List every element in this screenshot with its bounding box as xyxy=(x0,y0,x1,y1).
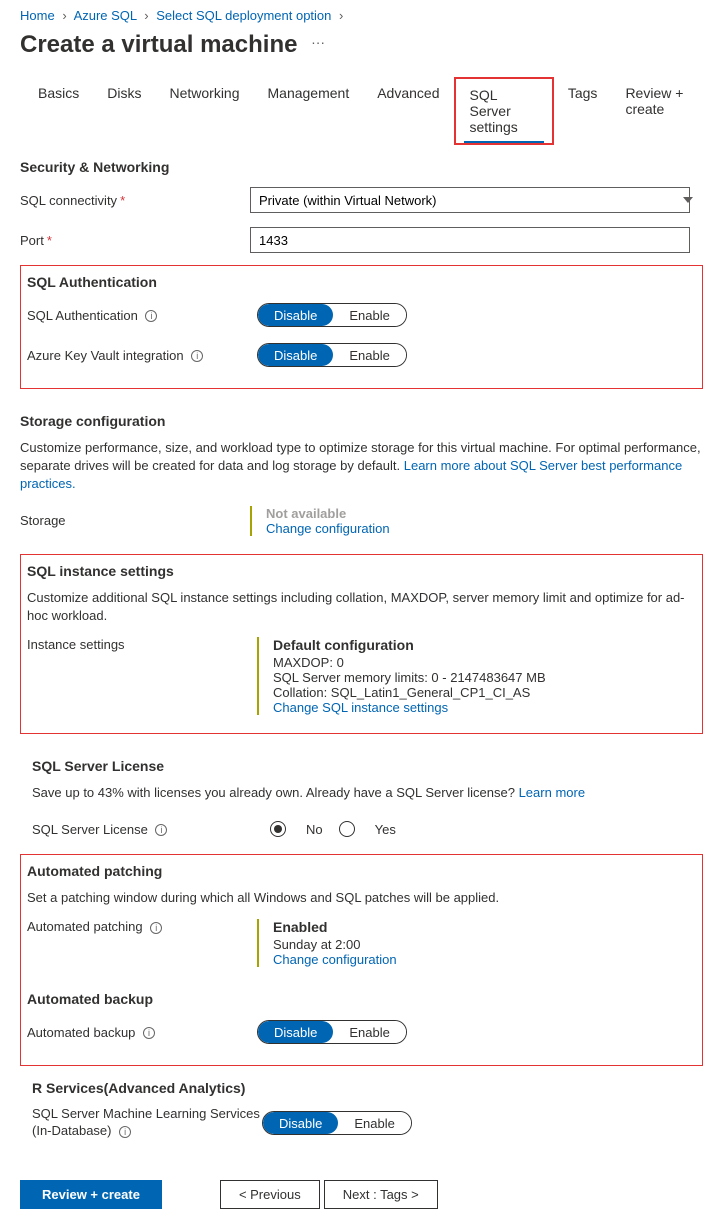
license-no-radio[interactable] xyxy=(270,821,286,837)
next-button[interactable]: Next : Tags > xyxy=(324,1180,438,1209)
tab-basics[interactable]: Basics xyxy=(24,77,93,145)
review-create-button[interactable]: Review + create xyxy=(20,1180,162,1209)
license-label: SQL Server License i xyxy=(32,822,262,837)
info-icon[interactable]: i xyxy=(155,824,167,836)
tab-disks[interactable]: Disks xyxy=(93,77,155,145)
license-no-label: No xyxy=(306,822,323,837)
chevron-right-icon: › xyxy=(62,8,66,23)
license-yes-radio[interactable] xyxy=(339,821,355,837)
instance-maxdop: MAXDOP: 0 xyxy=(273,655,696,670)
page-title: Create a virtual machine xyxy=(20,31,297,59)
tab-tags[interactable]: Tags xyxy=(554,77,612,145)
breadcrumb-azure-sql[interactable]: Azure SQL xyxy=(74,8,137,23)
info-icon[interactable]: i xyxy=(119,1126,131,1138)
sql-auth-heading: SQL Authentication xyxy=(27,274,696,290)
akv-toggle[interactable]: Disable Enable xyxy=(257,343,407,367)
port-input[interactable] xyxy=(250,227,690,253)
patching-enabled: Enabled xyxy=(273,919,696,935)
sql-auth-toggle[interactable]: Disable Enable xyxy=(257,303,407,327)
info-icon[interactable]: i xyxy=(191,350,203,362)
breadcrumb-home[interactable]: Home xyxy=(20,8,55,23)
security-heading: Security & Networking xyxy=(20,159,703,175)
instance-label: Instance settings xyxy=(27,637,257,652)
sql-auth-disable[interactable]: Disable xyxy=(258,304,333,326)
info-icon[interactable]: i xyxy=(150,922,162,934)
patching-label: Automated patching i xyxy=(27,919,257,934)
rservices-enable[interactable]: Enable xyxy=(338,1112,410,1134)
tab-management[interactable]: Management xyxy=(254,77,364,145)
rservices-disable[interactable]: Disable xyxy=(263,1112,338,1134)
backup-toggle[interactable]: Disable Enable xyxy=(257,1020,407,1044)
tabs: Basics Disks Networking Management Advan… xyxy=(24,77,703,145)
rservices-label: SQL Server Machine Learning Services (In… xyxy=(32,1106,262,1140)
backup-label: Automated backup i xyxy=(27,1025,257,1040)
info-icon[interactable]: i xyxy=(143,1027,155,1039)
patching-heading: Automated patching xyxy=(27,863,696,879)
akv-enable[interactable]: Enable xyxy=(333,344,405,366)
storage-label: Storage xyxy=(20,513,250,528)
tab-networking[interactable]: Networking xyxy=(155,77,253,145)
akv-label: Azure Key Vault integration i xyxy=(27,348,257,363)
sql-auth-enable[interactable]: Enable xyxy=(333,304,405,326)
license-heading: SQL Server License xyxy=(32,758,691,774)
instance-collation: Collation: SQL_Latin1_General_CP1_CI_AS xyxy=(273,685,696,700)
license-learn-more-link[interactable]: Learn more xyxy=(519,785,585,800)
chevron-right-icon: › xyxy=(144,8,148,23)
storage-value: Not available xyxy=(266,506,703,521)
instance-desc: Customize additional SQL instance settin… xyxy=(27,589,696,625)
instance-heading: SQL instance settings xyxy=(27,563,696,579)
akv-disable[interactable]: Disable xyxy=(258,344,333,366)
chevron-right-icon: › xyxy=(339,8,343,23)
backup-enable[interactable]: Enable xyxy=(333,1021,405,1043)
sql-connectivity-select[interactable]: Private (within Virtual Network) xyxy=(250,187,690,213)
more-icon[interactable]: ··· xyxy=(311,34,325,50)
info-icon[interactable]: i xyxy=(145,310,157,322)
breadcrumb: Home › Azure SQL › Select SQL deployment… xyxy=(20,8,703,23)
previous-button[interactable]: < Previous xyxy=(220,1180,320,1209)
tab-advanced[interactable]: Advanced xyxy=(363,77,453,145)
storage-change-link[interactable]: Change configuration xyxy=(266,521,390,536)
backup-disable[interactable]: Disable xyxy=(258,1021,333,1043)
storage-heading: Storage configuration xyxy=(20,413,703,429)
instance-change-link[interactable]: Change SQL instance settings xyxy=(273,700,448,715)
backup-heading: Automated backup xyxy=(27,991,696,1007)
instance-default: Default configuration xyxy=(273,637,696,653)
patching-schedule: Sunday at 2:00 xyxy=(273,937,696,952)
rservices-toggle[interactable]: Disable Enable xyxy=(262,1111,412,1135)
rservices-heading: R Services(Advanced Analytics) xyxy=(32,1080,691,1096)
license-desc: Save up to 43% with licenses you already… xyxy=(32,784,691,802)
instance-memory: SQL Server memory limits: 0 - 2147483647… xyxy=(273,670,696,685)
sql-connectivity-label: SQL connectivity* xyxy=(20,193,250,208)
tab-review-create[interactable]: Review + create xyxy=(611,77,703,145)
license-yes-label: Yes xyxy=(375,822,396,837)
patching-desc: Set a patching window during which all W… xyxy=(27,889,696,907)
breadcrumb-select-deployment[interactable]: Select SQL deployment option xyxy=(156,8,331,23)
sql-auth-label: SQL Authentication i xyxy=(27,308,257,323)
patching-change-link[interactable]: Change configuration xyxy=(273,952,397,967)
port-label: Port* xyxy=(20,233,250,248)
tab-sql-server-settings[interactable]: SQL Server settings xyxy=(456,79,552,143)
storage-desc: Customize performance, size, and workloa… xyxy=(20,439,703,494)
